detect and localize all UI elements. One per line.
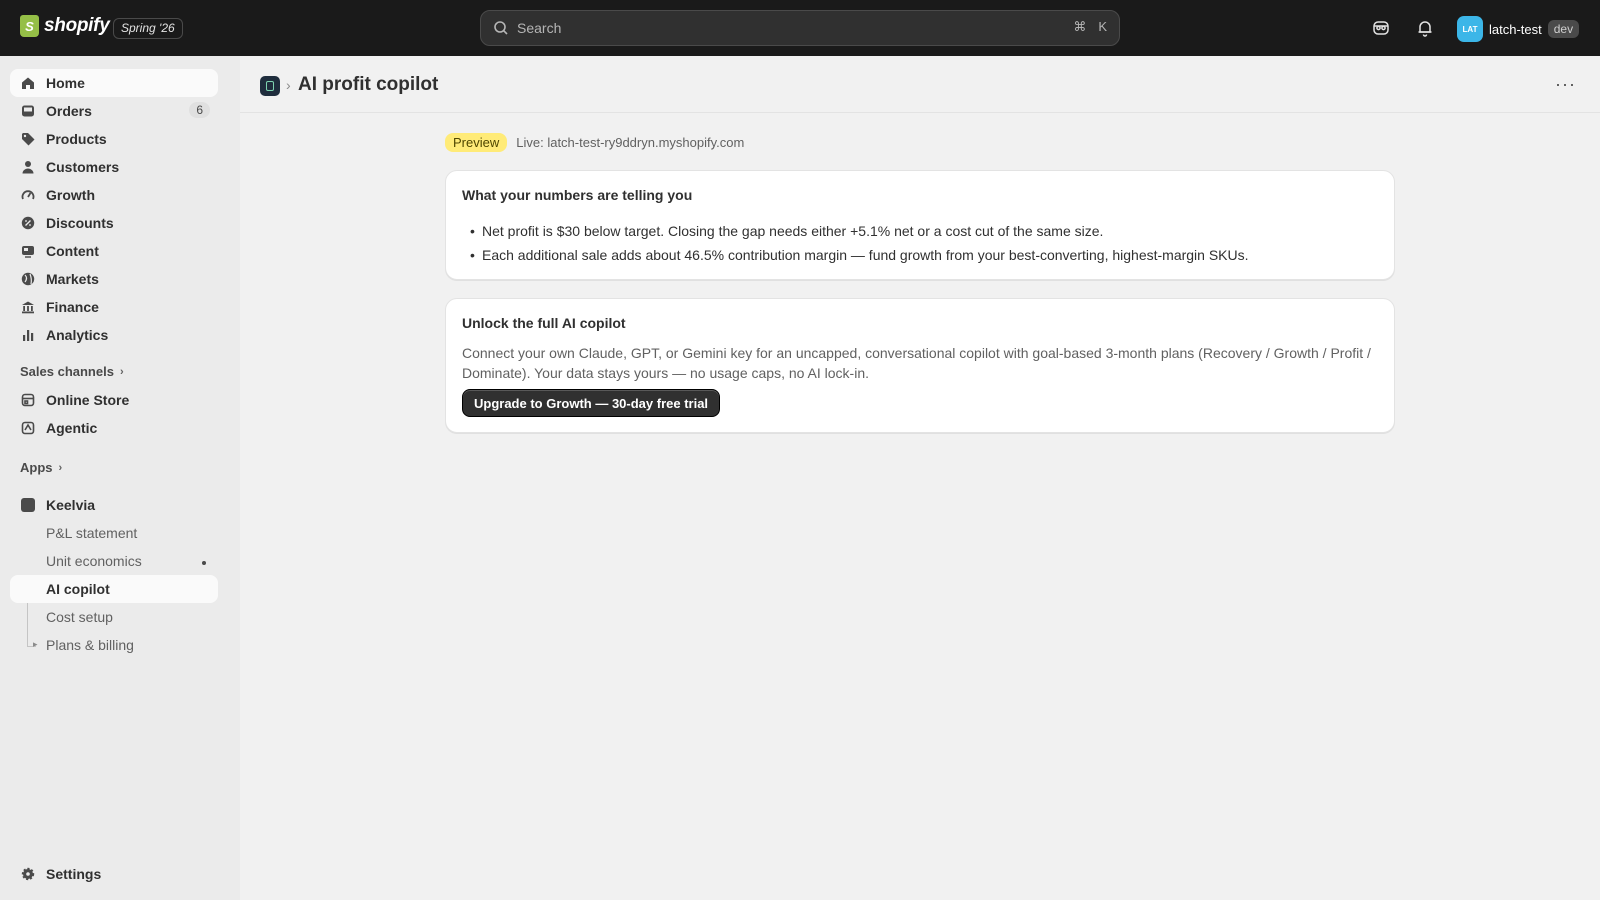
- tag-icon: [20, 131, 36, 147]
- search-icon: [494, 21, 508, 35]
- globe-icon: [20, 271, 36, 287]
- more-actions-button[interactable]: ···: [1555, 74, 1576, 95]
- chevron-right-icon: ›: [119, 365, 124, 378]
- upgrade-button[interactable]: Upgrade to Growth — 30-day free trial: [462, 389, 721, 417]
- sidebar-subitem-ai-copilot[interactable]: AI copilot: [10, 575, 218, 603]
- brand-name: shopify: [44, 15, 110, 36]
- agentic-icon: [20, 420, 36, 436]
- sidebar-item-customers[interactable]: Customers: [10, 153, 218, 181]
- sidebar-item-discounts[interactable]: Discounts: [10, 209, 218, 237]
- gear-icon: [20, 866, 36, 882]
- user-menu[interactable]: LAT latch-test dev: [1457, 16, 1580, 42]
- avatar: LAT: [1457, 16, 1483, 42]
- insight-item: Net profit is $30 below target. Closing …: [470, 219, 1249, 243]
- sidebar-item-markets[interactable]: Markets: [10, 265, 218, 293]
- page-header: › AI profit copilot ···: [240, 56, 1600, 113]
- sidebar-item-agentic[interactable]: Agentic: [10, 414, 218, 442]
- store-name: latch-test: [1489, 21, 1542, 37]
- live-store-url: Live: latch-test-ry9ddryn.myshopify.com: [516, 135, 745, 150]
- breadcrumb-chevron-icon: ›: [286, 77, 291, 93]
- bell-icon[interactable]: [1415, 18, 1435, 38]
- sidebar-item-finance[interactable]: Finance: [10, 293, 218, 321]
- sidebar: Home Orders 6 Products Customers Growth …: [0, 56, 240, 900]
- sidebar-item-keelvia[interactable]: Keelvia: [10, 491, 218, 519]
- keelvia-app-icon[interactable]: [260, 76, 280, 96]
- sidebar-subitem-pl-statement[interactable]: P&L statement: [10, 519, 218, 547]
- sidebar-item-online-store[interactable]: Online Store: [10, 386, 218, 414]
- store-icon: [20, 392, 36, 408]
- top-bar: S shopify Spring '26 Search ⌘ K LAT latc…: [0, 0, 1600, 56]
- sidebar-item-home[interactable]: Home: [10, 69, 218, 97]
- sidebar-item-settings[interactable]: Settings: [10, 860, 218, 888]
- chevron-right-icon: ›: [58, 461, 63, 474]
- sidebar-item-growth[interactable]: Growth: [10, 181, 218, 209]
- insights-list: Net profit is $30 below target. Closing …: [470, 219, 1249, 267]
- page-title: AI profit copilot: [298, 74, 439, 95]
- bar-chart-icon: [20, 327, 36, 343]
- sidebar-subitem-unit-economics[interactable]: Unit economics: [10, 547, 218, 575]
- dev-badge: dev: [1547, 20, 1580, 38]
- sales-channels-header[interactable]: Sales channels ›: [20, 364, 124, 379]
- edition-badge[interactable]: Spring '26: [113, 18, 183, 39]
- sidebar-item-products[interactable]: Products: [10, 125, 218, 153]
- insight-item: Each additional sale adds about 46.5% co…: [470, 243, 1249, 267]
- shopify-bag-icon: S: [20, 15, 39, 37]
- orders-count-badge: 6: [189, 102, 210, 118]
- sidekick-icon[interactable]: [1371, 18, 1391, 38]
- home-icon: [20, 75, 36, 91]
- sidebar-subitem-cost-setup[interactable]: Cost setup: [10, 603, 218, 631]
- apps-header[interactable]: Apps ›: [20, 460, 62, 475]
- upgrade-title: Unlock the full AI copilot: [462, 315, 626, 331]
- discount-icon: [20, 215, 36, 231]
- sidebar-item-content[interactable]: Content: [10, 237, 218, 265]
- sidebar-subitem-plans-billing[interactable]: Plans & billing: [10, 631, 218, 659]
- gauge-icon: [20, 187, 36, 203]
- status-row: Preview Live: latch-test-ry9ddryn.myshop…: [445, 133, 744, 152]
- app-icon: [20, 497, 36, 513]
- sidebar-item-analytics[interactable]: Analytics: [10, 321, 218, 349]
- shopify-logo[interactable]: S shopify: [20, 15, 110, 37]
- insights-card: What your numbers are telling you Net pr…: [445, 170, 1395, 280]
- search-placeholder: Search: [517, 20, 562, 36]
- sidebar-item-orders[interactable]: Orders 6: [10, 97, 218, 125]
- insights-title: What your numbers are telling you: [462, 187, 693, 203]
- content-icon: [20, 243, 36, 259]
- inbox-icon: [20, 103, 36, 119]
- search-input[interactable]: Search ⌘ K: [480, 10, 1120, 46]
- upgrade-card: Unlock the full AI copilot Connect your …: [445, 298, 1395, 433]
- preview-badge: Preview: [445, 133, 508, 152]
- person-icon: [20, 159, 36, 175]
- upgrade-description: Connect your own Claude, GPT, or Gemini …: [462, 345, 1371, 381]
- search-shortcut: ⌘ K: [1073, 19, 1107, 34]
- bank-icon: [20, 299, 36, 315]
